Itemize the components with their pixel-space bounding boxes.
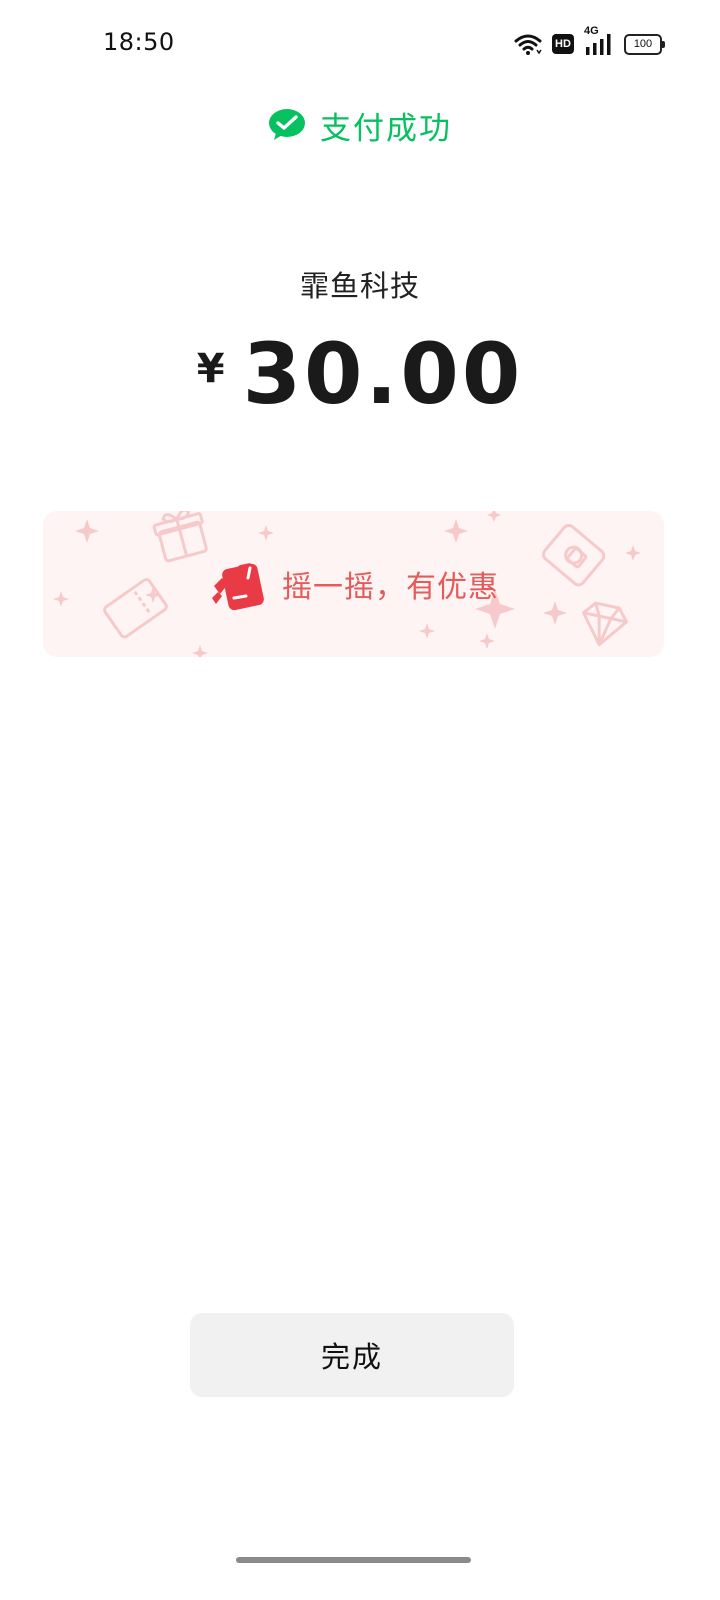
wifi-icon [514, 32, 542, 56]
payment-success-title: 支付成功 [320, 110, 452, 147]
payment-success-header: 支付成功 [0, 100, 720, 150]
status-bar: 18:50 HD 4G 100 [0, 0, 720, 90]
hd-icon: HD [552, 34, 574, 54]
shake-hand-icon [208, 556, 268, 612]
home-indicator[interactable] [236, 1557, 471, 1563]
shake-for-offers-banner[interactable]: 摇一摇，有优惠 [43, 511, 664, 657]
battery-icon: 100 [624, 33, 665, 55]
done-button[interactable]: 完成 [190, 1313, 514, 1397]
status-icons: HD 4G 100 [514, 25, 665, 58]
signal-icon: 4G [584, 25, 614, 57]
payment-amount: 30.00 [242, 325, 524, 423]
merchant-name: 霏鱼科技 [299, 269, 420, 303]
status-time: 18:50 [103, 28, 175, 56]
amount-row: ¥ 30.00 [0, 328, 720, 416]
currency-symbol: ¥ [196, 346, 225, 392]
shake-banner-label: 摇一摇，有优惠 [282, 570, 499, 605]
wechat-pay-icon [268, 108, 306, 142]
network-type-label: 4G [584, 25, 599, 37]
shake-banner-content: 摇一摇，有优惠 [43, 511, 664, 657]
battery-level: 100 [633, 38, 653, 50]
